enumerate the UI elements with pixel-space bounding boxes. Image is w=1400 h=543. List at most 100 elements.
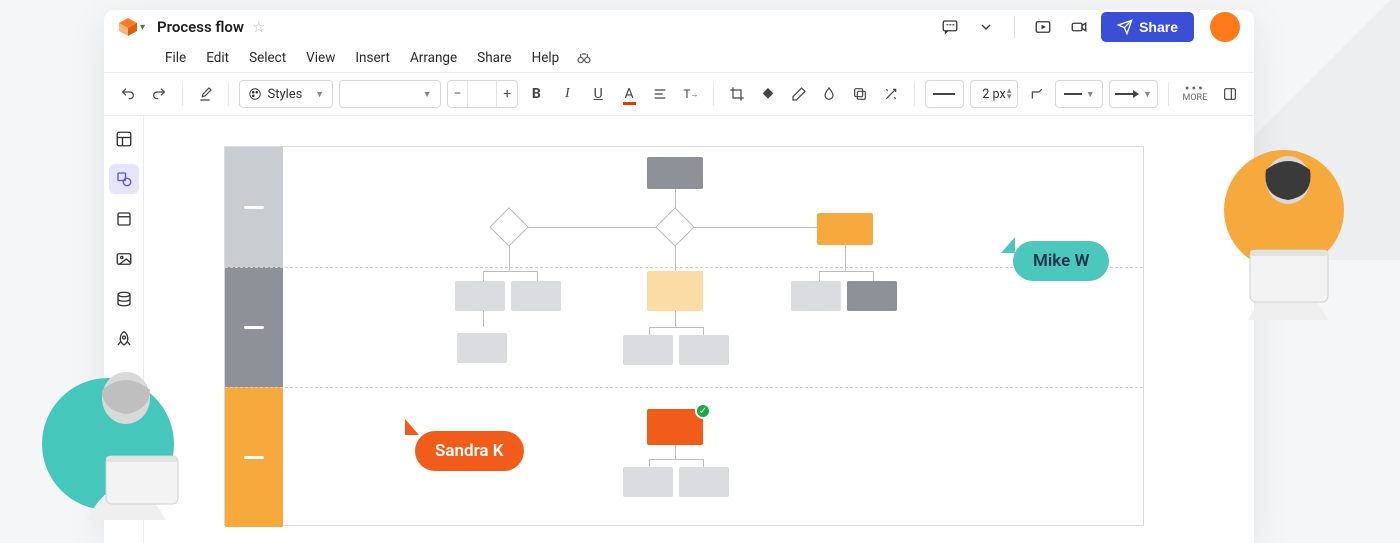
history-chevron-icon[interactable] (972, 13, 1000, 41)
data-panel-button[interactable] (109, 284, 139, 314)
shape-process[interactable] (679, 335, 729, 365)
connection-style-button[interactable] (1024, 80, 1049, 108)
share-button-label: Share (1139, 19, 1178, 35)
connector[interactable] (819, 271, 873, 272)
font-family-dropdown[interactable]: ▼ (339, 80, 441, 108)
decrease-button[interactable]: − (448, 86, 468, 102)
search-binoculars-icon[interactable] (576, 50, 592, 66)
menu-file[interactable]: File (156, 47, 195, 69)
comment-icon[interactable] (936, 13, 964, 41)
menu-arrange[interactable]: Arrange (401, 47, 466, 69)
shapes-panel-button[interactable] (109, 164, 139, 194)
font-color-button[interactable]: A (617, 80, 642, 108)
connector[interactable] (649, 327, 650, 335)
border-color-button[interactable] (786, 80, 811, 108)
shape-process[interactable] (457, 333, 507, 363)
chevron-down-icon: ▼ (423, 89, 432, 100)
app-logo[interactable]: ▾ (118, 17, 145, 37)
avatar[interactable] (1210, 12, 1240, 42)
redo-button[interactable] (147, 80, 172, 108)
connector[interactable] (649, 459, 650, 467)
document-title[interactable]: Process flow (157, 18, 244, 36)
shape-process[interactable] (647, 157, 703, 189)
more-button[interactable]: ••• MORE (1178, 85, 1211, 103)
shape-process[interactable] (847, 281, 897, 311)
crop-button[interactable] (724, 80, 749, 108)
send-icon (1117, 19, 1133, 35)
menu-share[interactable]: Share (468, 47, 520, 69)
magic-button[interactable] (879, 80, 904, 108)
shape-process[interactable] (679, 467, 729, 497)
connector[interactable] (675, 245, 676, 271)
chevron-down-icon: ▼ (315, 89, 324, 100)
arrow-end-dropdown[interactable]: ▼ (1109, 80, 1157, 108)
italic-button[interactable]: I (555, 80, 580, 108)
format-painter-button[interactable] (193, 80, 218, 108)
arrow-start-dropdown[interactable]: ▼ (1055, 80, 1103, 108)
present-icon[interactable] (1029, 13, 1057, 41)
text-style-button[interactable]: T→ (678, 80, 703, 108)
canvas-area[interactable]: ✓ Sandra K Mike W (144, 116, 1254, 543)
connector[interactable] (819, 271, 820, 281)
underline-button[interactable]: U (586, 80, 611, 108)
connector[interactable] (675, 311, 676, 327)
menu-insert[interactable]: Insert (346, 47, 399, 69)
connector[interactable] (703, 459, 704, 467)
menu-view[interactable]: View (297, 47, 344, 69)
shape-decision[interactable] (489, 207, 529, 247)
video-icon[interactable] (1065, 13, 1093, 41)
layout-panel-button[interactable] (109, 124, 139, 154)
shape-process[interactable] (791, 281, 841, 311)
menubar: File Edit Select View Insert Arrange Sha… (104, 44, 1254, 72)
increase-button[interactable]: + (497, 86, 517, 102)
separator (182, 82, 183, 106)
swimlane-header-1[interactable] (225, 147, 283, 267)
separator (914, 82, 915, 106)
shape-process[interactable] (817, 213, 873, 245)
connector[interactable] (537, 271, 538, 281)
chevron-down-icon: ▼ (1086, 89, 1095, 100)
image-panel-button[interactable] (109, 244, 139, 274)
container-panel-button[interactable] (109, 204, 139, 234)
lane-divider (225, 387, 1143, 388)
menu-help[interactable]: Help (523, 47, 569, 69)
star-icon[interactable]: ☆ (252, 18, 265, 36)
share-button[interactable]: Share (1101, 12, 1194, 42)
line-style-dropdown[interactable] (925, 80, 964, 108)
shape-process[interactable] (623, 467, 673, 497)
connector[interactable] (483, 311, 484, 327)
fill-color-button[interactable] (755, 80, 780, 108)
font-size-stepper[interactable]: − + (447, 80, 518, 108)
separator (228, 82, 229, 106)
line-width-dropdown[interactable]: 2 px ▲▼ (970, 80, 1018, 108)
shape-process[interactable] (647, 271, 703, 311)
undo-button[interactable] (116, 80, 141, 108)
swimlane-header-3[interactable] (225, 387, 283, 527)
launch-panel-button[interactable] (109, 324, 139, 354)
connector[interactable] (873, 271, 874, 281)
connector[interactable] (649, 459, 703, 460)
connector[interactable] (845, 245, 846, 271)
connector[interactable] (649, 327, 703, 328)
bold-button[interactable]: B (524, 80, 549, 108)
menu-select[interactable]: Select (240, 47, 295, 69)
shape-process[interactable] (455, 281, 505, 311)
connector[interactable] (483, 271, 484, 281)
menu-edit[interactable]: Edit (197, 47, 238, 69)
shape-process[interactable] (511, 281, 561, 311)
panel-toggle-button[interactable] (1217, 80, 1242, 108)
connector[interactable] (703, 327, 704, 335)
shape-process-selected[interactable] (647, 409, 703, 445)
swimlane-header-2[interactable] (225, 267, 283, 387)
shape-process[interactable] (623, 335, 673, 365)
effects-button[interactable] (848, 80, 873, 108)
align-button[interactable] (648, 80, 673, 108)
opacity-button[interactable] (817, 80, 842, 108)
styles-dropdown[interactable]: Styles ▼ (239, 80, 333, 108)
font-size-value[interactable] (467, 81, 497, 107)
shape-decision[interactable] (655, 207, 695, 247)
diagram-canvas[interactable]: ✓ Sandra K Mike W (224, 146, 1144, 526)
connector[interactable] (675, 445, 676, 459)
cursor-pointer-icon (405, 419, 419, 435)
connector[interactable] (483, 271, 537, 272)
